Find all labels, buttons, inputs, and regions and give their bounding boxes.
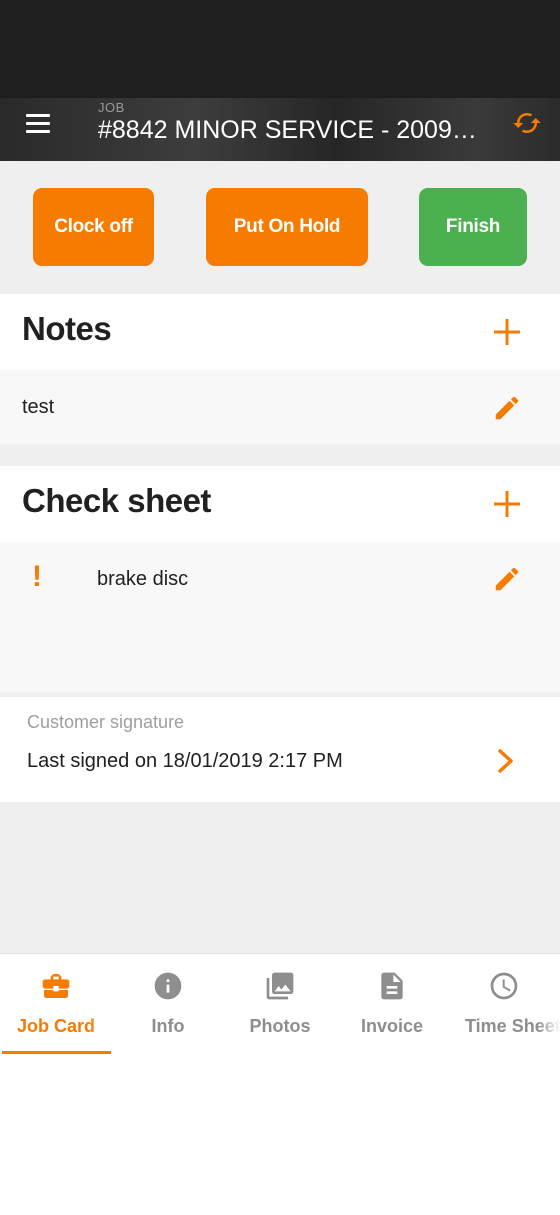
- tab-photos[interactable]: Photos: [224, 954, 336, 1054]
- tab-invoice[interactable]: Invoice: [336, 954, 448, 1054]
- document-icon: [381, 972, 403, 1000]
- menu-icon-line: [26, 122, 50, 125]
- tab-label: Info: [151, 1016, 185, 1036]
- tab-label-fade: [90, 1009, 112, 1045]
- check-sheet-header: Check sheet: [0, 466, 560, 542]
- plus-icon: [494, 491, 520, 517]
- pencil-icon: [495, 567, 519, 591]
- clock-off-button[interactable]: Clock off: [33, 188, 154, 266]
- active-tab-indicator: [2, 1051, 111, 1054]
- add-check-button[interactable]: [490, 487, 524, 521]
- briefcase-icon: [42, 974, 70, 998]
- menu-button[interactable]: [20, 112, 56, 136]
- finish-button[interactable]: Finish: [419, 188, 527, 266]
- tab-job-card[interactable]: Job Card: [0, 954, 112, 1054]
- tab-label-fade: [538, 1009, 560, 1045]
- app-bar: JOB #8842 MINOR SERVICE - 2009 LAND ROVE…: [0, 98, 560, 161]
- put-on-hold-button[interactable]: Put On Hold: [206, 188, 368, 266]
- tab-time-sheet[interactable]: Time Sheet: [448, 954, 560, 1054]
- note-text: test: [22, 396, 55, 418]
- clock-icon: [490, 972, 518, 1000]
- content-background: [0, 802, 560, 953]
- plus-icon: [494, 319, 520, 345]
- note-item: test: [0, 370, 560, 444]
- notes-title: Notes: [22, 310, 112, 347]
- menu-icon: [26, 114, 50, 117]
- edit-note-button[interactable]: [492, 393, 522, 423]
- sync-icon: [513, 113, 541, 133]
- photos-icon: [266, 972, 294, 1000]
- signature-value: Last signed on 18/01/2019 2:17 PM: [27, 750, 343, 772]
- job-label: JOB: [98, 100, 125, 115]
- tab-label: Invoice: [360, 1016, 424, 1036]
- pencil-icon: [495, 396, 519, 420]
- add-note-button[interactable]: [490, 315, 524, 349]
- notes-header: Notes: [0, 294, 560, 370]
- tab-label: Photos: [249, 1016, 311, 1036]
- info-icon: [154, 972, 182, 1000]
- warning-icon: !: [32, 560, 42, 593]
- customer-signature-row[interactable]: Customer signature Last signed on 18/01/…: [0, 697, 560, 802]
- menu-icon-line: [26, 130, 50, 133]
- check-sheet-title: Check sheet: [22, 482, 211, 519]
- signature-label: Customer signature: [27, 712, 185, 732]
- check-item[interactable]: ! brake disc: [0, 542, 560, 692]
- check-item-text: brake disc: [97, 568, 189, 590]
- status-bar: [0, 0, 560, 98]
- page-title: #8842 MINOR SERVICE - 2009 LAND ROVER DI…: [98, 116, 478, 144]
- tab-info[interactable]: Info: [112, 954, 224, 1054]
- edit-check-button[interactable]: [492, 564, 522, 594]
- sync-button[interactable]: [510, 108, 544, 138]
- bottom-nav: Job Card Info Photos Invoice Time Sheet: [0, 953, 560, 1054]
- section-divider: [0, 444, 560, 466]
- action-bar: Clock off Put On Hold Finish: [0, 161, 560, 294]
- chevron-right-icon: [498, 749, 513, 773]
